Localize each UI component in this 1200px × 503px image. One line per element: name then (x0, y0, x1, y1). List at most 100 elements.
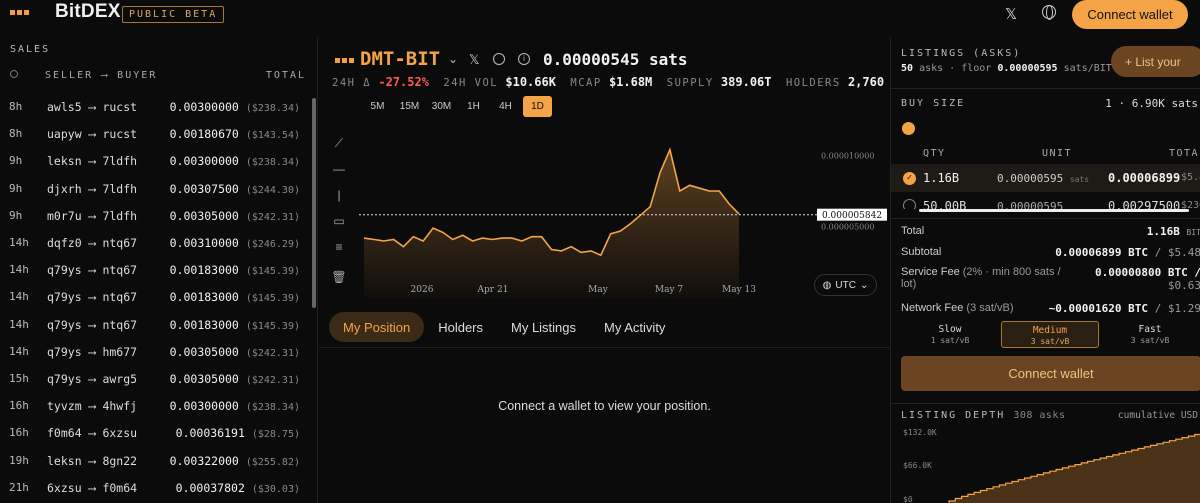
timeframe-1d[interactable]: 1D (523, 96, 552, 117)
sale-usd: ($238.34) (245, 402, 300, 414)
sale-usd: ($145.39) (245, 266, 300, 278)
fee-option-fast[interactable]: Fast 3 sat/vB (1101, 321, 1199, 348)
service-fee-label: Service Fee (2% · min 800 sats / lot) (901, 266, 1061, 290)
tab-my-activity[interactable]: My Activity (590, 312, 679, 342)
arrow-right-icon: ⟶ (88, 154, 96, 169)
x-logo-icon[interactable]: 𝕏 (469, 52, 479, 68)
sale-row[interactable]: 9h m0r7u ⟶ 7ldfh 0.00305000 ($242.31) (0, 202, 312, 229)
sale-row[interactable]: 14h q79ys ⟶ ntq67 0.00183000 ($145.39) (0, 283, 312, 310)
sale-buyer: 4hwfj (102, 399, 138, 414)
sale-row[interactable]: 8h awls5 ⟶ rucst 0.00300000 ($238.34) (0, 93, 312, 120)
sale-buyer: ntq67 (102, 263, 138, 278)
fee-option-slow[interactable]: Slow 1 sat/vB (901, 321, 999, 348)
fib-tool-icon[interactable]: ≡ (331, 240, 347, 256)
price-chart[interactable]: 0.000005842 0.000010000 0.000005000 2026 Apr… (359, 126, 890, 306)
sale-row[interactable]: 15h q79ys ⟶ awrg5 0.00305000 ($242.31) (0, 365, 312, 392)
floor-price: 0.00000595 (997, 63, 1058, 74)
sale-row[interactable]: 8h uapyw ⟶ rucst 0.00180670 ($143.54) (0, 120, 312, 147)
timeframe-30m[interactable]: 30M (427, 96, 456, 117)
sale-buyer: rucst (102, 127, 138, 142)
sale-btc: 0.00183000 (169, 317, 239, 332)
sale-btc: 0.00037802 (175, 480, 245, 495)
sale-time: 8h (9, 127, 23, 141)
sale-row[interactable]: 9h djxrh ⟶ 7ldfh 0.00307500 ($244.30) (0, 175, 312, 202)
fee-option-rate: 3 sat/vB (1030, 337, 1070, 346)
volume-label: 24H VOL (443, 77, 499, 89)
chevron-down-icon[interactable]: ⌄ (448, 52, 458, 66)
sale-row[interactable]: 21h 6xzsu ⟶ f0m64 0.00037802 ($30.03) (0, 474, 312, 501)
sale-parties: 6xzsu ⟶ f0m64 (47, 481, 137, 495)
sale-time: 16h (9, 399, 29, 413)
timeframe-15m[interactable]: 15M (395, 96, 424, 117)
asks-suffix: asks · floor (919, 63, 992, 74)
sale-seller: f0m64 (47, 426, 82, 441)
sale-row[interactable]: 9h leksn ⟶ 7ldfh 0.00300000 ($238.34) (0, 147, 312, 174)
sale-parties: q79ys ⟶ ntq67 (47, 318, 137, 332)
service-fee-note: (2% · min 800 sats / (962, 266, 1061, 278)
fee-option-label: Medium (1032, 325, 1068, 336)
supply-label: SUPPLY (666, 77, 714, 89)
sale-time: 14h (9, 290, 29, 304)
info-icon[interactable]: i (518, 53, 530, 65)
check-icon[interactable]: ✓ (903, 172, 916, 185)
horizontal-line-tool-icon[interactable]: — (331, 162, 347, 178)
timeframe-1h[interactable]: 1H (459, 96, 488, 117)
depth-chart[interactable]: $132.0K $66.0K $0 (901, 426, 1200, 503)
sale-time: 14h (9, 236, 29, 249)
tab-my-position[interactable]: My Position (329, 312, 425, 342)
connect-wallet-button[interactable]: Connect wallet (1072, 0, 1188, 29)
sale-time: 9h (9, 208, 23, 222)
connect-wallet-button[interactable]: Connect wallet (901, 356, 1200, 391)
sale-row[interactable]: 16h f0m64 ⟶ 6xzsu 0.00036191 ($28.75) (0, 419, 312, 446)
timeframe-5m[interactable]: 5M (363, 96, 392, 117)
timeframe-4h[interactable]: 4H (491, 96, 520, 117)
sale-btc: 0.00322000 (169, 453, 239, 468)
divider (891, 88, 1200, 89)
pair-name[interactable]: DMT-BIT (360, 48, 440, 70)
timezone-selector[interactable]: ◍ UTC ⌄ (814, 274, 877, 296)
sale-parties: q79ys ⟶ ntq67 (47, 263, 137, 277)
ask-row[interactable]: ✓ 1.16B 0.00000595 sats 0.00006899 $5.4 (891, 164, 1200, 192)
x-tick-label: 2026 (411, 285, 434, 295)
divider (319, 347, 890, 348)
list-your-button[interactable]: + List your (1111, 46, 1200, 77)
sale-amount: 0.00036191 ($28.75) (176, 426, 300, 440)
x-logo-icon[interactable]: 𝕏 (1005, 5, 1017, 23)
sale-row[interactable]: 14h q79ys ⟶ ntq67 0.00183000 ($145.39) (0, 311, 312, 338)
sale-row[interactable]: 14h q79ys ⟶ hm677 0.00305000 ($242.31) (0, 338, 312, 365)
trendline-tool-icon[interactable]: ⟋ (331, 136, 347, 152)
globe-icon[interactable] (493, 53, 505, 65)
sale-buyer: hm677 (102, 344, 138, 359)
globe-icon: ◍ (822, 279, 832, 291)
sale-row[interactable]: 14h dqfz0 ⟶ ntq67 0.00310000 ($246.29) (0, 229, 312, 256)
sale-parties: djxrh ⟶ 7ldfh (47, 182, 137, 196)
sale-buyer: awrg5 (102, 372, 138, 386)
vertical-line-tool-icon[interactable]: | (331, 188, 347, 204)
sale-row[interactable]: 19h leksn ⟶ 8gn22 0.00322000 ($255.82) (0, 447, 312, 474)
brand-name[interactable]: BitDEX (55, 1, 121, 23)
subtotal-usd: / $5.48 (1154, 246, 1200, 259)
buy-size-slider[interactable] (902, 122, 915, 135)
ask-unit-value: 0.00000595 (997, 172, 1064, 185)
timeframe-selector: 5M 15M 30M 1H 4H 1D (363, 96, 552, 117)
sale-seller: uapyw (47, 127, 82, 142)
globe-icon[interactable] (1042, 5, 1056, 20)
sale-row[interactable]: 16h tyvzm ⟶ 4hwfj 0.00300000 ($238.34) (0, 392, 312, 419)
fee-option-rate: 1 sat/vB (930, 336, 970, 345)
sale-buyer: ntq67 (102, 290, 138, 305)
network-fee-label: Network Fee (3 sat/vB) (901, 302, 1014, 314)
x-tick-label: Apr 21 (477, 285, 509, 295)
checkbox-icon[interactable] (903, 199, 916, 209)
asks-scrollbar[interactable] (919, 209, 1189, 212)
tab-holders[interactable]: Holders (424, 312, 497, 342)
rectangle-tool-icon[interactable]: ▭ (331, 214, 347, 230)
ask-row[interactable]: 50.00B 0.00000595 0.00297500 $236.1 (891, 195, 1200, 209)
sale-usd: ($145.39) (245, 320, 300, 332)
sales-scrollbar[interactable] (312, 98, 316, 308)
service-fee-row: Service Fee (2% · min 800 sats / lot) 0.0… (901, 266, 1200, 298)
trash-icon[interactable]: 🗑 (331, 270, 347, 286)
tab-my-listings[interactable]: My Listings (497, 312, 590, 342)
sale-row[interactable]: 14h q79ys ⟶ ntq67 0.00183000 ($145.39) (0, 256, 312, 283)
fee-option-medium[interactable]: Medium 3 sat/vB (1001, 321, 1099, 348)
sale-seller: q79ys (47, 263, 82, 278)
